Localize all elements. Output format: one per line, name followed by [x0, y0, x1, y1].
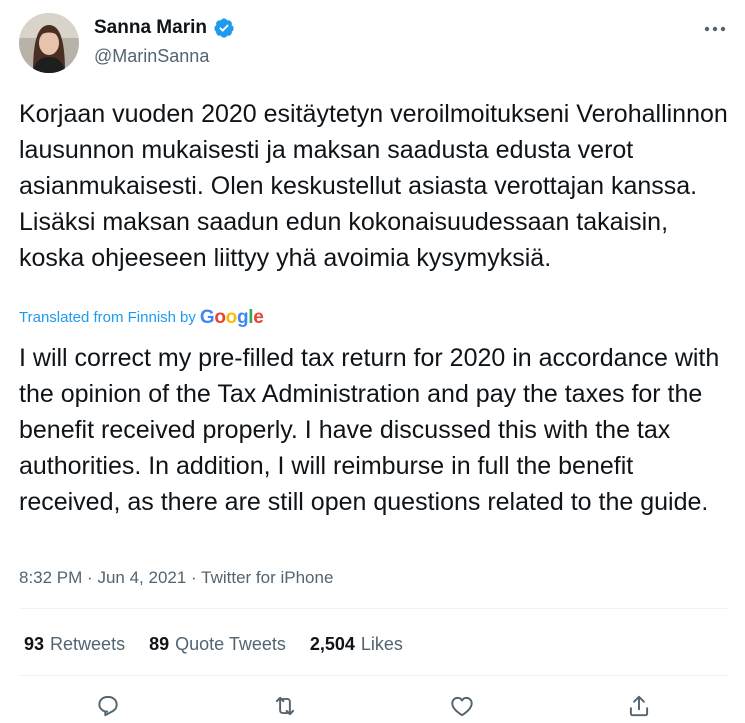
tweet-source[interactable]: Twitter for iPhone	[201, 568, 333, 587]
quote-tweets-count: 89	[149, 634, 170, 654]
retweets-count: 93	[24, 634, 45, 654]
tweet-text: Korjaan vuoden 2020 esitäytetyn veroilmo…	[19, 100, 728, 272]
google-logo: Google	[199, 307, 264, 328]
tweet-date[interactable]: Jun 4, 2021	[97, 568, 186, 587]
author-handle[interactable]: @MarinSanna	[94, 45, 209, 67]
more-button[interactable]	[698, 18, 732, 40]
likes-count: 2,504	[309, 634, 355, 654]
avatar-photo	[19, 13, 79, 73]
quote-tweets-label: Quote Tweets	[175, 634, 286, 654]
engagement-stats: 93 Retweets 89 Quote Tweets 2,504 Likes	[24, 633, 403, 655]
share-icon	[629, 695, 648, 716]
meta-separator: ·	[87, 568, 93, 587]
reply-button[interactable]	[90, 691, 126, 721]
author-name[interactable]: Sanna Marin	[94, 17, 235, 39]
reply-icon	[97, 695, 118, 716]
divider	[19, 675, 727, 676]
likes-label: Likes	[360, 634, 403, 654]
tweet-meta: 8:32 PM · Jun 4, 2021 · Twitter for iPho…	[19, 567, 333, 589]
translation-attribution[interactable]: Translated from Finnish by Google	[19, 307, 264, 329]
meta-separator: ·	[191, 568, 197, 587]
retweets-label: Retweets	[50, 634, 126, 654]
like-button[interactable]	[444, 691, 480, 721]
translation-text: I will correct my pre-filled tax return …	[19, 344, 720, 516]
quote-tweets-stat[interactable]: 89 Quote Tweets	[149, 633, 286, 655]
more-icon	[704, 26, 726, 32]
share-button[interactable]	[621, 691, 657, 721]
verified-badge-icon	[213, 17, 235, 39]
translated-label[interactable]: Translated from Finnish	[19, 307, 176, 329]
author-name-text[interactable]: Sanna Marin	[94, 17, 207, 39]
likes-stat[interactable]: 2,504 Likes	[310, 633, 403, 655]
avatar[interactable]	[19, 13, 79, 73]
retweets-stat[interactable]: 93 Retweets	[24, 633, 125, 655]
tweet-time[interactable]: 8:32 PM	[19, 568, 82, 587]
translated-by: by	[180, 309, 196, 326]
retweet-icon	[275, 696, 294, 715]
heart-icon	[450, 696, 473, 716]
divider	[19, 608, 727, 609]
retweet-button[interactable]	[267, 691, 303, 721]
tweet-actions	[19, 688, 727, 723]
